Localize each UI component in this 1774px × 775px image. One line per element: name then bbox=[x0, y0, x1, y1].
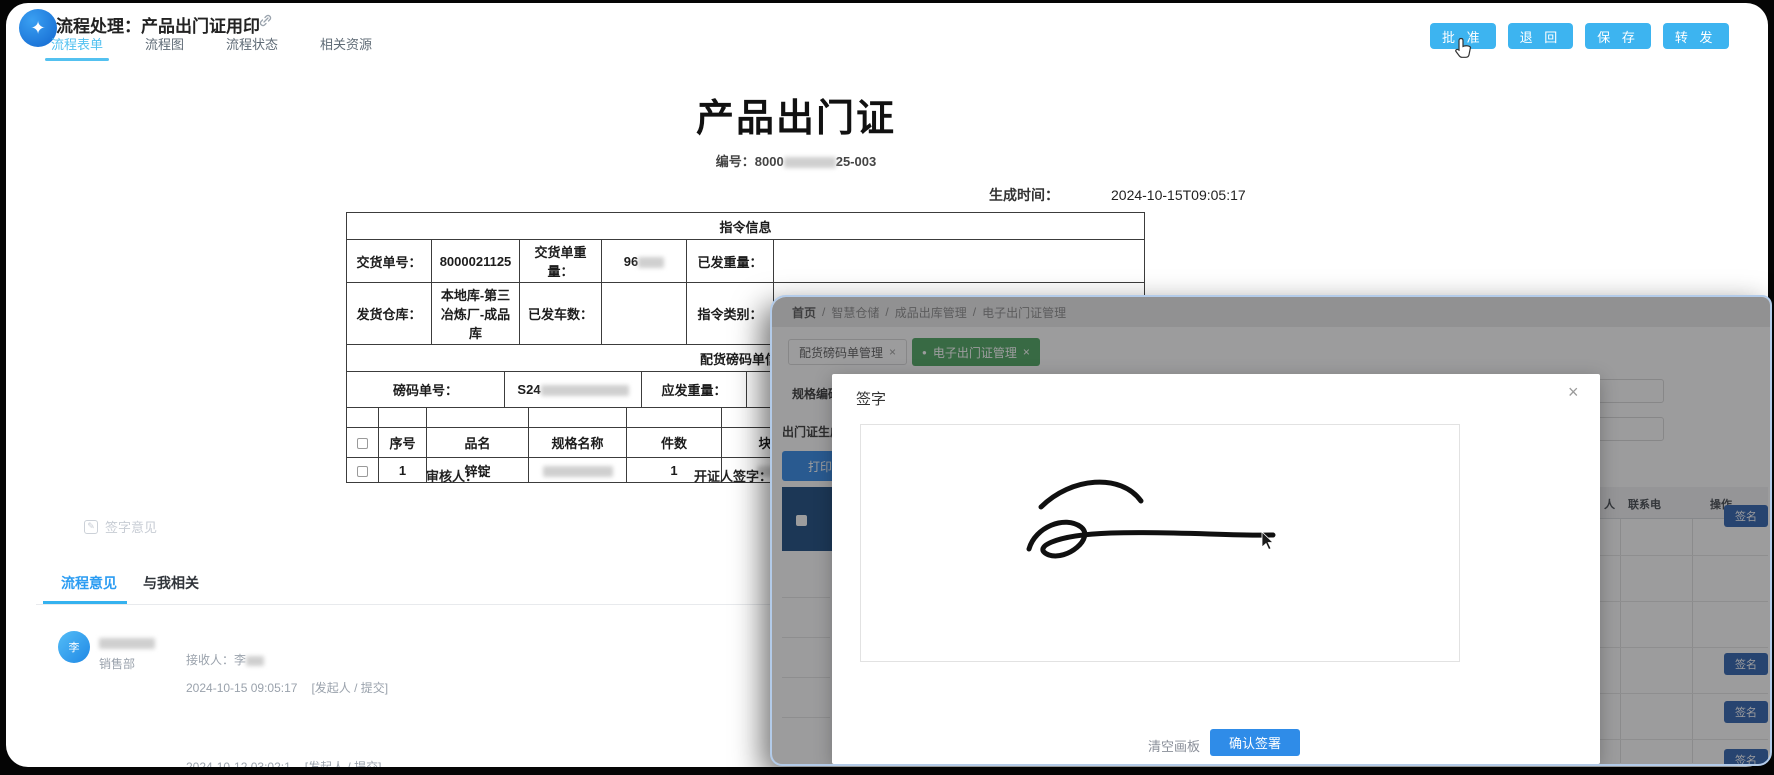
section-instruction: 指令信息 bbox=[347, 213, 1145, 240]
item-seq: 1 bbox=[379, 458, 427, 483]
action-buttons: 批 准 退 回 保 存 转 发 bbox=[1430, 23, 1729, 49]
signature-dialog: 签字 × 清空画板 确认签署 bbox=[832, 374, 1600, 764]
signature-drawing bbox=[1001, 465, 1301, 575]
comment-receiver: 接收人：李 bbox=[186, 651, 264, 668]
auditor-label: 审核人： bbox=[426, 466, 478, 485]
item-checkbox[interactable] bbox=[357, 466, 368, 477]
shipped-weight-value bbox=[774, 240, 1145, 283]
shipped-weight-label: 已发重量： bbox=[687, 240, 774, 283]
delivery-no-label: 交货单号： bbox=[347, 240, 432, 283]
tab-process-form[interactable]: 流程表单 bbox=[51, 34, 103, 61]
weighbill-no-partial: S24 bbox=[517, 382, 540, 397]
arrow-cursor-icon bbox=[1261, 531, 1274, 550]
trucks-sent-label: 已发车数： bbox=[520, 283, 602, 345]
redacted-spec bbox=[543, 466, 613, 477]
weighbill-no-label: 磅码单号： bbox=[347, 372, 505, 408]
redacted-serial bbox=[784, 157, 836, 168]
delivery-no-value: 8000021125 bbox=[432, 240, 520, 283]
return-label: 退 回 bbox=[1520, 27, 1562, 46]
sign-opinion-button[interactable]: ✎ 签字意见 bbox=[84, 517, 157, 536]
col-qty: 件数 bbox=[627, 428, 722, 458]
logo-glyph: ✦ bbox=[30, 18, 45, 39]
pen-glyph: ✎ bbox=[87, 521, 95, 532]
item-spec bbox=[529, 458, 627, 483]
warehouse-value: 本地库-第三冶炼厂-成品库 bbox=[432, 283, 520, 345]
redacted-weighbill-no bbox=[541, 385, 629, 396]
tab-process-opinions[interactable]: 流程意见 bbox=[61, 573, 117, 604]
tab-related-to-me[interactable]: 与我相关 bbox=[143, 573, 199, 604]
order-type-label: 指令类别： bbox=[687, 283, 774, 345]
redacted-receiver bbox=[246, 656, 264, 666]
col-seq: 序号 bbox=[379, 428, 427, 458]
forward-button[interactable]: 转 发 bbox=[1663, 23, 1729, 49]
sign-opinion-label: 签字意见 bbox=[105, 517, 157, 536]
screenshot-frame: ✦ 流程处理：产品出门证用印 流程表单 流程图 流程状态 相关资源 批 准 退 … bbox=[0, 0, 1774, 775]
delivery-weight-partial: 96 bbox=[624, 254, 638, 269]
document-serial: 编号：8000 25-003 bbox=[606, 151, 986, 170]
tab-related-resources[interactable]: 相关资源 bbox=[320, 34, 372, 61]
receiver-text: 接收人：李 bbox=[186, 653, 246, 667]
generated-time-label: 生成时间： bbox=[989, 187, 1059, 203]
serial-suffix: 25-003 bbox=[836, 154, 876, 169]
clear-board-button[interactable]: 清空画板 bbox=[1148, 736, 1200, 755]
link-icon[interactable] bbox=[258, 13, 273, 33]
redacted-author bbox=[99, 638, 155, 649]
return-button[interactable]: 退 回 bbox=[1508, 23, 1574, 49]
comment-dept: 销售部 bbox=[99, 655, 135, 672]
issuer-label: 开证人签字： bbox=[694, 469, 772, 484]
warehouse-label: 发货仓库： bbox=[347, 283, 432, 345]
comment-divider bbox=[36, 604, 776, 605]
comment-author bbox=[99, 635, 155, 653]
dialog-title: 签字 bbox=[856, 388, 886, 409]
tab-process-status[interactable]: 流程状态 bbox=[226, 34, 278, 61]
generated-time-value: 2024-10-15T09:05:17 bbox=[1111, 187, 1246, 203]
pointer-hand-cursor-icon bbox=[1454, 37, 1474, 61]
select-all-cell bbox=[347, 428, 379, 458]
tab-process-diagram[interactable]: 流程图 bbox=[145, 34, 184, 61]
approve-button[interactable]: 批 准 bbox=[1430, 23, 1496, 49]
nav-tabs: 流程表单 流程图 流程状态 相关资源 bbox=[51, 34, 372, 61]
document-title: 产品出门证 bbox=[606, 87, 986, 142]
forward-label: 转 发 bbox=[1675, 27, 1717, 46]
redacted-weight bbox=[638, 257, 664, 268]
confirm-sign-button[interactable]: 确认签署 bbox=[1210, 729, 1300, 756]
generated-time: 生成时间： 2024-10-15T09:05:17 bbox=[989, 185, 1246, 205]
delivery-weight-label: 交货单重量： bbox=[520, 240, 602, 283]
serial-prefix: 8000 bbox=[755, 154, 784, 169]
comment2-action: [发起人 / 提交] bbox=[305, 760, 382, 767]
comment-action: [发起人 / 提交] bbox=[311, 681, 388, 695]
comment-avatar: 李 bbox=[58, 631, 90, 663]
pen-square-icon: ✎ bbox=[84, 520, 98, 534]
trucks-sent-value bbox=[602, 283, 687, 345]
comment-timestamp-clipped: 2024-10-12 03:02:1 [发起人 / 提交] bbox=[186, 758, 381, 767]
col-spec: 规格名称 bbox=[529, 428, 627, 458]
comment-time: 2024-10-15 09:05:17 bbox=[186, 681, 297, 695]
exit-permit-window: 首页 / 智慧仓储 / 成品出库管理 / 电子出门证管理 配货磅码单管理 × ●… bbox=[770, 295, 1772, 766]
col-name: 品名 bbox=[427, 428, 529, 458]
close-icon[interactable]: × bbox=[1568, 382, 1579, 403]
save-button[interactable]: 保 存 bbox=[1585, 23, 1651, 49]
comment2-time: 2024-10-12 03:02:1 bbox=[186, 760, 291, 767]
save-label: 保 存 bbox=[1597, 27, 1639, 46]
select-all-checkbox[interactable] bbox=[357, 438, 368, 449]
due-weight-label: 应发重量： bbox=[642, 372, 747, 408]
serial-label: 编号： bbox=[716, 154, 755, 169]
avatar-text: 李 bbox=[69, 639, 80, 655]
signature-canvas[interactable] bbox=[860, 424, 1460, 662]
comment-timestamp: 2024-10-15 09:05:17 [发起人 / 提交] bbox=[186, 679, 388, 696]
comment-tabs: 流程意见 与我相关 bbox=[61, 573, 199, 604]
delivery-weight-value: 96 bbox=[602, 240, 687, 283]
weighbill-no-value: S24 bbox=[505, 372, 642, 408]
